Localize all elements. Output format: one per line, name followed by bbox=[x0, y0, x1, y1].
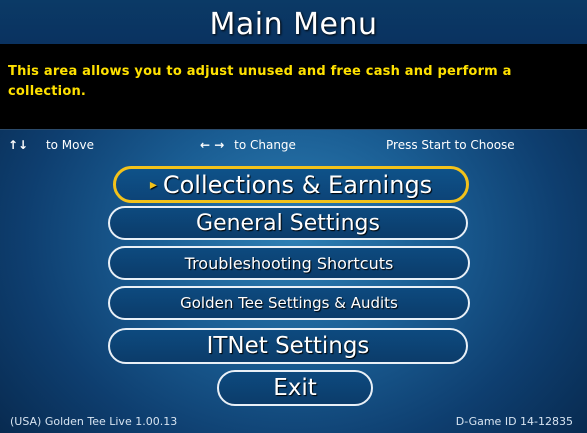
collections-earnings-button[interactable]: ▸ Collections & Earnings bbox=[113, 166, 469, 203]
menu-item-label: Collections & Earnings bbox=[162, 170, 433, 199]
title-bar: Main Menu bbox=[0, 0, 587, 44]
change-help: ← → to Change bbox=[200, 138, 296, 152]
golden-tee-settings-audits-button[interactable]: Golden Tee Settings & Audits bbox=[108, 286, 470, 320]
choose-help-label: Press Start to Choose bbox=[386, 138, 515, 152]
left-right-arrows-icon: ← → bbox=[200, 138, 225, 152]
controls-help-row: ↑↓ to Move ← → to Change Press Start to … bbox=[0, 136, 587, 158]
menu-item-label: Golden Tee Settings & Audits bbox=[180, 294, 398, 312]
itnet-settings-button[interactable]: ITNet Settings bbox=[108, 328, 468, 364]
menu-item-label: ITNet Settings bbox=[206, 333, 370, 359]
description-panel: This area allows you to adjust unused an… bbox=[0, 44, 587, 130]
move-help-label: to Move bbox=[45, 138, 94, 152]
description-text: This area allows you to adjust unused an… bbox=[8, 64, 512, 99]
page-title: Main Menu bbox=[209, 6, 378, 42]
change-help-label: to Change bbox=[234, 138, 296, 152]
up-down-arrows-icon: ↑↓ bbox=[8, 138, 29, 152]
version-info: (USA) Golden Tee Live 1.00.13 bbox=[10, 415, 178, 428]
menu-item-label: Troubleshooting Shortcuts bbox=[184, 253, 394, 273]
exit-button[interactable]: Exit bbox=[217, 370, 373, 406]
game-id: D-Game ID 14-12835 bbox=[455, 415, 573, 428]
troubleshooting-shortcuts-button[interactable]: Troubleshooting Shortcuts bbox=[108, 246, 470, 280]
selection-arrow-icon: ▸ bbox=[149, 176, 157, 193]
menu-item-label: General Settings bbox=[196, 210, 380, 236]
move-help: ↑↓ to Move bbox=[8, 138, 94, 152]
general-settings-button[interactable]: General Settings bbox=[108, 206, 468, 240]
menu-item-label: Exit bbox=[273, 375, 317, 401]
